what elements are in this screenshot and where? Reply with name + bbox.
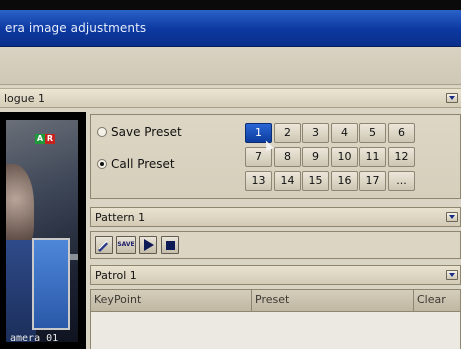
preset-button-12[interactable]: 12	[388, 147, 415, 167]
record-badge: R	[45, 134, 55, 144]
camera-preview: A R	[0, 112, 86, 349]
camera-image	[6, 120, 78, 342]
call-preset-radio[interactable]	[97, 159, 107, 169]
column-header-clear[interactable]: Clear	[414, 290, 460, 312]
save-preset-radio[interactable]	[97, 127, 107, 137]
pattern-selector[interactable]: Pattern 1	[90, 207, 461, 227]
column-header-preset[interactable]: Preset	[252, 290, 414, 312]
patrol-label: Patrol 1	[95, 269, 137, 282]
preset-panel: Save Preset Call Preset 1 2 3 4 5 6 7 8 …	[90, 114, 461, 199]
play-icon	[144, 239, 154, 251]
pencil-icon	[98, 240, 108, 252]
preset-button-14[interactable]: 14	[274, 171, 301, 191]
patrol-table-body[interactable]	[91, 312, 460, 349]
window-title: era image adjustments	[5, 21, 147, 35]
chevron-down-icon[interactable]	[446, 270, 458, 280]
preset-button-3[interactable]: 3	[302, 123, 329, 143]
preset-button-6[interactable]: 6	[388, 123, 415, 143]
alarm-badge: A	[35, 134, 45, 144]
preset-button-15[interactable]: 15	[302, 171, 329, 191]
preset-button-11[interactable]: 11	[359, 147, 386, 167]
preset-button-10[interactable]: 10	[331, 147, 358, 167]
preset-button-9[interactable]: 9	[302, 147, 329, 167]
chevron-down-icon[interactable]	[446, 93, 458, 103]
preset-button-5[interactable]: 5	[359, 123, 386, 143]
column-header-keypoint[interactable]: KeyPoint	[91, 290, 252, 312]
stop-icon	[166, 241, 175, 250]
title-bar: era image adjustments	[0, 10, 461, 47]
preset-button-8[interactable]: 8	[274, 147, 301, 167]
call-preset-label: Call Preset	[111, 157, 175, 171]
patrol-selector[interactable]: Patrol 1	[90, 265, 461, 285]
toolbar-strip	[0, 47, 461, 85]
channel-label: logue 1	[4, 92, 46, 105]
pattern-toolbar: SAVE	[90, 231, 461, 259]
pattern-save-button[interactable]: SAVE	[116, 236, 136, 254]
call-preset-option[interactable]: Call Preset	[97, 157, 175, 171]
preset-button-2[interactable]: 2	[274, 123, 301, 143]
patrol-table: KeyPoint Preset Clear	[90, 289, 461, 349]
channel-selector[interactable]: logue 1	[0, 88, 461, 108]
preset-button-16[interactable]: 16	[331, 171, 358, 191]
camera-overlay-label: amera 01	[10, 333, 59, 344]
pattern-edit-button[interactable]	[95, 236, 113, 254]
preset-more-button[interactable]: ...	[388, 171, 415, 191]
preset-button-17[interactable]: 17	[359, 171, 386, 191]
preset-button-13[interactable]: 13	[245, 171, 272, 191]
pattern-play-button[interactable]	[139, 236, 157, 254]
pattern-stop-button[interactable]	[161, 236, 179, 254]
save-preset-label: Save Preset	[111, 125, 182, 139]
pattern-label: Pattern 1	[95, 211, 146, 224]
screenshot-stage: era image adjustments logue 1 A R amera …	[0, 0, 461, 349]
chevron-down-icon[interactable]	[446, 212, 458, 222]
preset-button-4[interactable]: 4	[331, 123, 358, 143]
save-preset-option[interactable]: Save Preset	[97, 125, 182, 139]
